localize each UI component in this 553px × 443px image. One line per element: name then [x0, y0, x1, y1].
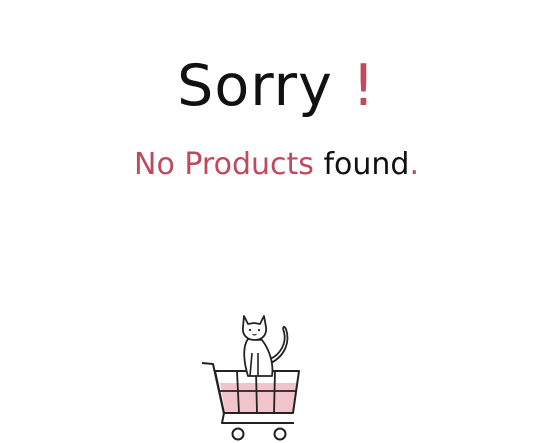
- no-products-highlight: No Products: [134, 147, 314, 182]
- empty-state: Sorry ! No Products found.: [0, 0, 553, 443]
- cat-in-shopping-cart-icon: [201, 315, 300, 441]
- period-mark: .: [409, 147, 419, 182]
- sorry-word: Sorry: [177, 53, 333, 119]
- no-products-message: No Products found.: [0, 145, 553, 185]
- found-text: found: [323, 147, 410, 182]
- sorry-title: Sorry !: [0, 50, 553, 122]
- exclamation-mark: !: [351, 53, 376, 119]
